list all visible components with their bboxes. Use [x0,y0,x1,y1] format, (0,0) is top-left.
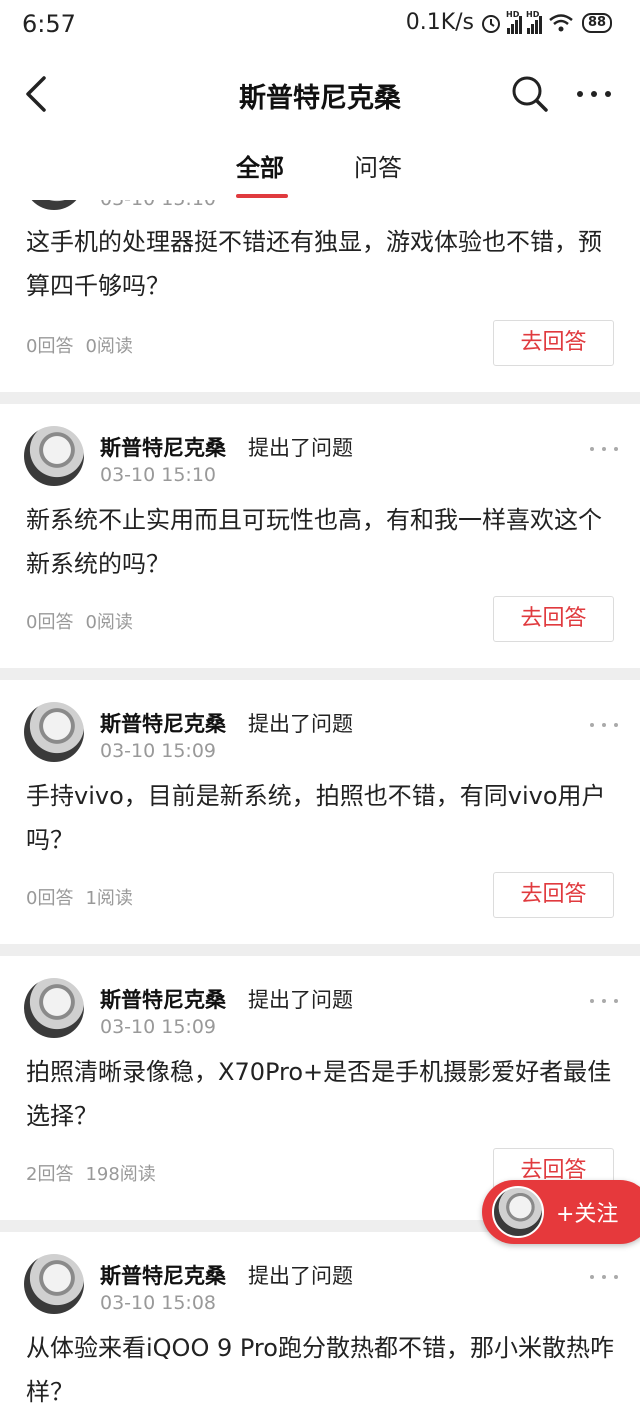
read-count: 1阅读 [85,888,133,909]
post-time: 03-10 15:09 [100,1016,217,1038]
card-more-icon[interactable] [588,444,620,454]
answer-button[interactable]: 去回答 [493,320,614,366]
post-action: 提出了问题 [248,1264,353,1288]
author-name[interactable]: 斯普特尼克桑 [100,1260,226,1290]
follow-label: +关注 [556,1202,619,1227]
question-text[interactable]: 这手机的处理器挺不错还有独显，游戏体验也不错，预算四千够吗？ [26,220,616,308]
more-options-icon[interactable] [574,76,614,112]
author-avatar[interactable] [24,1254,84,1314]
post-stats: 2回答 198阅读 [26,1160,168,1186]
post-time: 03-10 15:08 [100,1292,217,1314]
answer-count: 0回答 [26,888,74,909]
post-time: 03-10 15:10 [100,464,217,486]
follow-button[interactable]: +关注 [482,1180,640,1244]
card-more-icon[interactable] [588,1272,620,1282]
battery-icon: 88 [582,12,612,33]
card-more-icon[interactable] [588,996,620,1006]
question-card[interactable]: 斯普特尼克桑 提出了问题 03-10 15:08 从体验来看iQOO 9 Pro… [0,1232,640,1422]
post-action: 提出了问题 [248,712,353,736]
status-indicators: 0.1K/s HD HD 88 [406,10,612,35]
tab-all[interactable]: 全部 [236,148,284,183]
post-action: 提出了问题 [248,988,353,1012]
question-text[interactable]: 从体验来看iQOO 9 Pro跑分散热都不错，那小米散热咋样？ [26,1326,616,1414]
author-avatar[interactable] [24,200,84,210]
answer-count: 2回答 [26,1164,74,1185]
search-icon[interactable] [510,74,550,114]
answer-count: 0回答 [26,336,74,357]
network-speed: 0.1K/s [405,10,474,35]
author-avatar[interactable] [24,702,84,762]
answer-button[interactable]: 去回答 [493,596,614,642]
wifi-icon [549,13,573,31]
divider [0,944,640,956]
question-text[interactable]: 手持vivo，目前是新系统，拍照也不错，有同vivo用户吗？ [26,774,616,862]
post-time: 03-10 15:09 [100,740,217,762]
signal-icon-1: HD [506,10,522,34]
follow-avatar [492,1186,544,1238]
author-avatar[interactable] [24,426,84,486]
answer-button[interactable]: 去回答 [493,872,614,918]
post-stats: 0回答 0阅读 [26,608,145,634]
read-count: 0阅读 [85,612,133,633]
question-text[interactable]: 新系统不止实用而且可玩性也高，有和我一样喜欢这个新系统的吗？ [26,498,616,586]
tab-qa[interactable]: 问答 [354,148,402,183]
read-count: 0阅读 [85,336,133,357]
author-avatar[interactable] [24,978,84,1038]
question-text[interactable]: 拍照清晰录像稳，X70Pro+是否是手机摄影爱好者最佳选择？ [26,1050,616,1138]
divider [0,392,640,404]
status-bar: 6:57 0.1K/s HD HD 88 [0,0,640,54]
question-card[interactable]: 斯普特尼克桑 提出了问题 03-10 15:10 新系统不止实用而且可玩性也高，… [0,404,640,668]
author-name[interactable]: 斯普特尼克桑 [100,984,226,1014]
post-stats: 0回答 0阅读 [26,332,145,358]
question-card[interactable]: 03-10 15:10 这手机的处理器挺不错还有独显，游戏体验也不错，预算四千够… [0,200,640,392]
post-stats: 0回答 1阅读 [26,884,145,910]
question-card[interactable]: 斯普特尼克桑 提出了问题 03-10 15:09 手持vivo，目前是新系统，拍… [0,680,640,944]
author-name[interactable]: 斯普特尼克桑 [100,432,226,462]
author-name[interactable]: 斯普特尼克桑 [100,708,226,738]
app-header: 斯普特尼克桑 [0,54,640,134]
tab-bar: 全部 问答 [0,134,640,200]
alarm-icon [482,14,500,33]
read-count: 198阅读 [85,1164,156,1185]
post-time: 03-10 15:10 [100,200,216,210]
divider [0,668,640,680]
status-time: 6:57 [22,10,76,38]
active-tab-indicator [236,194,288,198]
post-action: 提出了问题 [248,436,353,460]
signal-icon-2: HD [526,10,542,34]
answer-count: 0回答 [26,612,74,633]
card-more-icon[interactable] [588,720,620,730]
